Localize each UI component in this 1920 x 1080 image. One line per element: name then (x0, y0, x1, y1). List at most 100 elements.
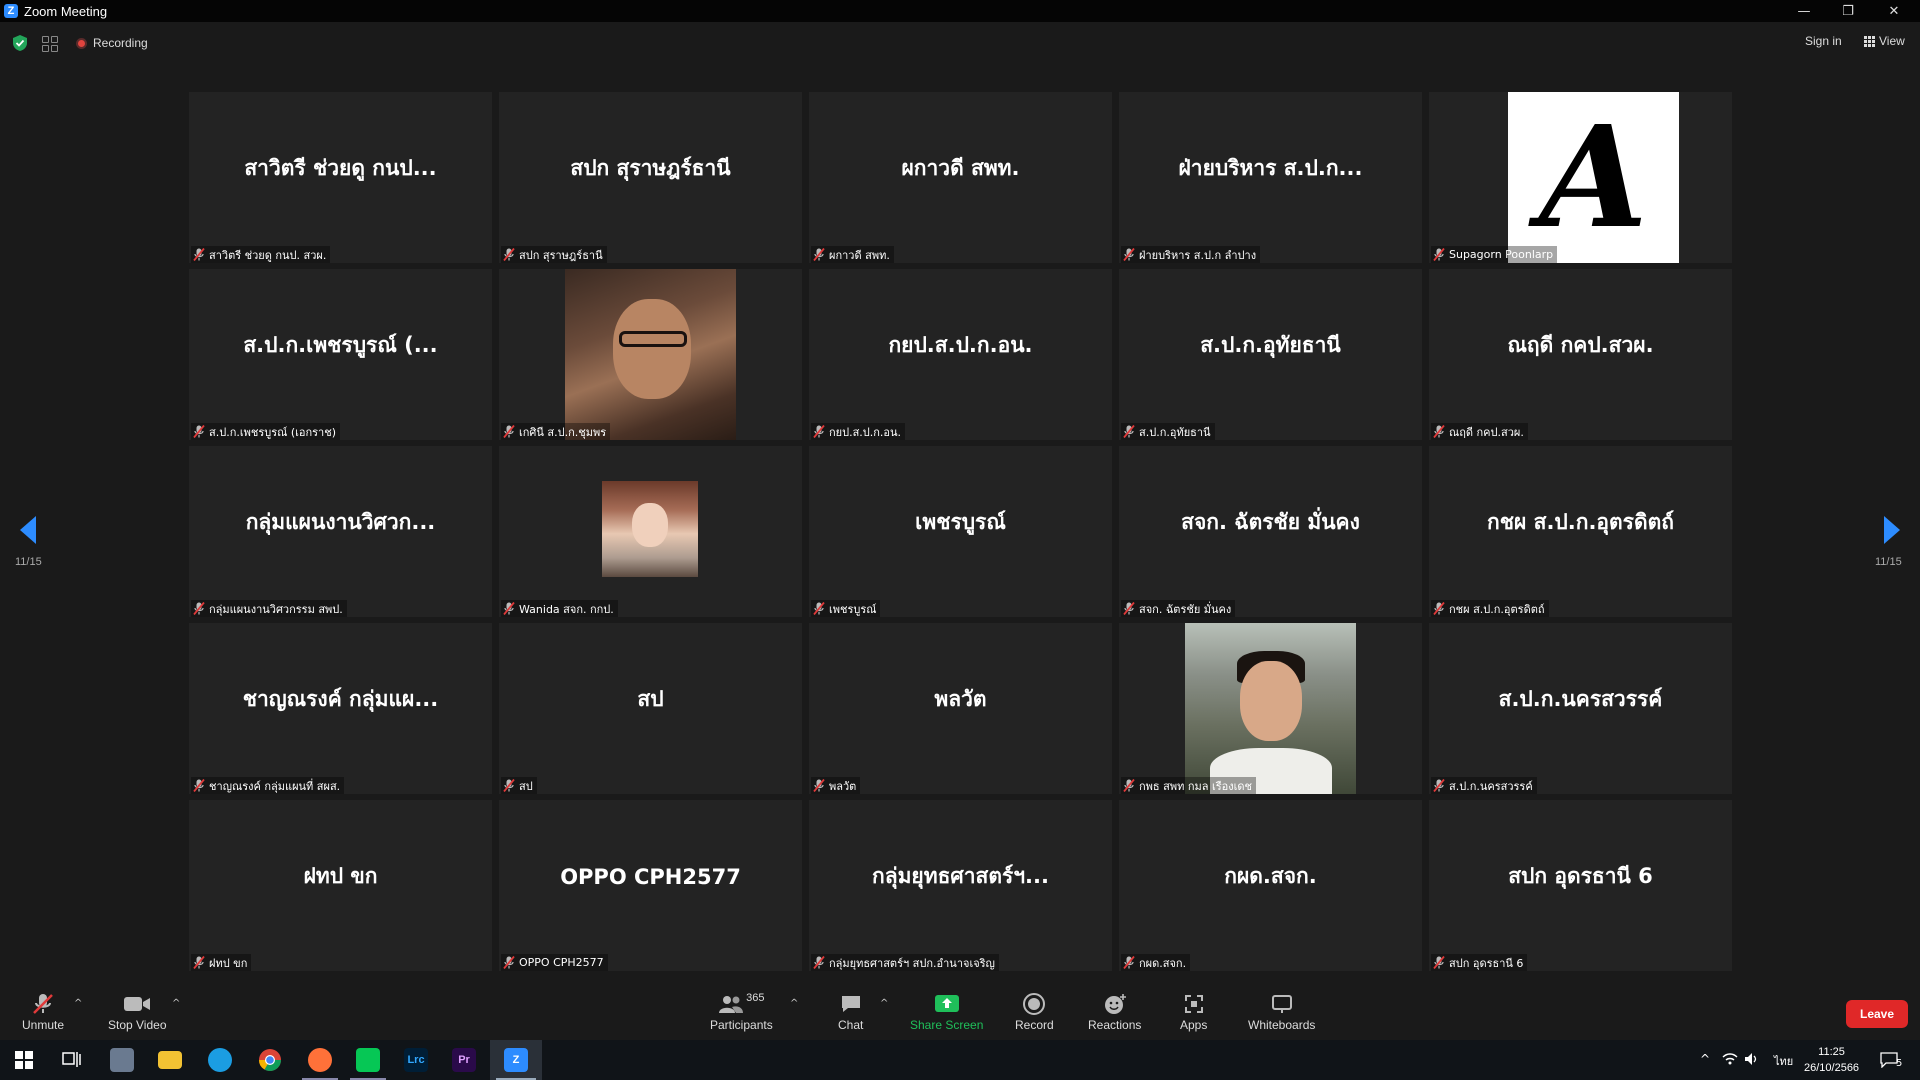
show-hidden-icons-caret-icon[interactable]: ^ (1700, 1052, 1710, 1066)
muted-mic-icon (1433, 779, 1445, 792)
zoom-logo-icon: Z (4, 4, 18, 18)
muted-mic-icon (1123, 956, 1135, 969)
participant-tile[interactable]: กลุ่มยุทธศาสตร์ฯ... กลุ่มยุทธศาสตร์ฯ สปก.… (809, 800, 1112, 971)
reactions-button[interactable]: Reactions (1088, 992, 1141, 1032)
recording-indicator[interactable]: Recording (76, 36, 148, 50)
view-grid-icon (1864, 35, 1875, 47)
notification-count: 5 (1896, 1058, 1903, 1069)
participant-tile[interactable]: OPPO CPH2577 OPPO CPH2577 (499, 800, 802, 971)
participant-tile[interactable]: พลวัต พลวัต (809, 623, 1112, 794)
participant-tile[interactable]: กชผ ส.ป.ก.อุตรดิตถ์ กชผ ส.ป.ก.อุตรดิตถ์ (1429, 446, 1732, 617)
apps-button[interactable]: Apps (1180, 992, 1207, 1032)
participant-name-label: ส.ป.ก.นครสวรรค์ (1431, 777, 1537, 794)
windows-start-icon[interactable] (0, 1040, 48, 1080)
muted-mic-icon (1433, 956, 1445, 969)
participant-name-label: เพชรบูรณ์ (811, 600, 881, 617)
premiere-app-icon[interactable]: Pr (440, 1040, 488, 1080)
participants-label: Participants (710, 1018, 773, 1032)
volume-speaker-icon[interactable] (1744, 1052, 1760, 1069)
edge-browser-icon[interactable] (196, 1040, 244, 1080)
participant-name-text: ส.ป.ก.เพชรบูรณ์ (เอกราช) (209, 425, 336, 439)
restore-button[interactable]: ❐ (1826, 0, 1870, 22)
participant-tile[interactable]: สจก. ฉัตรชัย มั่นคง สจก. ฉัตรชัย มั่นคง (1119, 446, 1422, 617)
participant-tile[interactable]: กยป.ส.ป.ก.อน. กยป.ส.ป.ก.อน. (809, 269, 1112, 440)
participant-tile[interactable]: ส.ป.ก.เพชรบูรณ์ (... ส.ป.ก.เพชรบูรณ์ (เอก… (189, 269, 492, 440)
firefox-browser-icon[interactable] (296, 1040, 344, 1080)
participant-name-label: ผกาวดี สพท. (811, 246, 894, 263)
previous-page-arrow-icon[interactable] (20, 516, 36, 544)
participant-name-label: ฝ่ายบริหาร ส.ป.ก ลำปาง (1121, 246, 1261, 263)
task-view-icon[interactable] (48, 1040, 96, 1080)
meeting-info-icon[interactable] (42, 36, 58, 52)
close-button[interactable]: ✕ (1872, 0, 1916, 22)
view-button[interactable]: View (1864, 34, 1905, 48)
participant-tile[interactable]: สปก สุราษฎร์ธานี สปก สุราษฎร์ธานี (499, 92, 802, 263)
minimize-button[interactable]: — (1782, 0, 1826, 22)
participant-tile[interactable]: ฝ่ายบริหาร ส.ป.ก... ฝ่ายบริหาร ส.ป.ก ลำปา… (1119, 92, 1422, 263)
zoom-app-icon[interactable]: Z (490, 1040, 542, 1080)
participant-tile[interactable]: ผกาวดี สพท. ผกาวดี สพท. (809, 92, 1112, 263)
unmute-button[interactable]: Unmute (22, 992, 64, 1032)
share-screen-label: Share Screen (910, 1018, 984, 1032)
encryption-shield-icon[interactable] (12, 34, 28, 52)
language-indicator[interactable]: ไทย (1774, 1052, 1793, 1070)
participant-tile[interactable]: ส.ป.ก.นครสวรรค์ ส.ป.ก.นครสวรรค์ (1429, 623, 1732, 794)
file-explorer-icon[interactable] (146, 1040, 194, 1080)
chat-button[interactable]: Chat (838, 992, 863, 1032)
audio-options-caret-icon[interactable]: ^ (74, 998, 82, 1009)
record-button[interactable]: Record (1015, 992, 1054, 1032)
muted-mic-icon (503, 956, 515, 969)
participant-tile[interactable]: เกศินี ส.ป.ก.ชุมพร (499, 269, 802, 440)
participant-tile[interactable]: สป สป (499, 623, 802, 794)
system-clock[interactable]: 11:25 26/10/2566 (1804, 1044, 1859, 1076)
participants-icon: 365 (718, 992, 765, 1016)
participant-name-label: ชาญณรงค์ กลุ่มแผนที่ สผส. (191, 777, 345, 794)
participant-name-label: สาวิตรี ช่วยดู กนป. สวผ. (191, 246, 331, 263)
participant-name-text: สป (519, 779, 533, 793)
participant-tile[interactable]: เพชรบูรณ์ เพชรบูรณ์ (809, 446, 1112, 617)
clock-date: 26/10/2566 (1804, 1062, 1860, 1074)
participant-tile[interactable]: Wanida สจก. กกป. (499, 446, 802, 617)
participant-tile[interactable]: สปก อุดรธานี 6 สปก อุดรธานี 6 (1429, 800, 1732, 971)
participant-tile[interactable]: ฝทป ขก ฝทป ขก (189, 800, 492, 971)
lightroom-app-icon[interactable]: Lrc (392, 1040, 440, 1080)
record-label: Record (1015, 1018, 1054, 1032)
explorer-app-icon[interactable] (98, 1040, 146, 1080)
muted-mic-icon (503, 779, 515, 792)
network-wifi-icon[interactable] (1722, 1052, 1738, 1069)
participant-name-label: OPPO CPH2577 (501, 954, 608, 971)
participant-display-name: ส.ป.ก.เพชรบูรณ์ (... (243, 333, 438, 357)
leave-button[interactable]: Leave (1846, 1000, 1908, 1028)
participant-tile[interactable]: ส.ป.ก.อุทัยธานี ส.ป.ก.อุทัยธานี (1119, 269, 1422, 440)
participant-display-name: สปก อุดรธานี 6 (1508, 864, 1653, 888)
participant-tile[interactable]: ชาญณรงค์ กลุ่มแผ... ชาญณรงค์ กลุ่มแผนที่ … (189, 623, 492, 794)
next-page-arrow-icon[interactable] (1884, 516, 1900, 544)
chrome-browser-icon[interactable] (246, 1040, 294, 1080)
stop-video-button[interactable]: Stop Video (108, 992, 167, 1032)
meeting-topbar: Recording Sign in View (0, 22, 1920, 64)
video-options-caret-icon[interactable]: ^ (172, 998, 180, 1009)
whiteboards-button[interactable]: Whiteboards (1248, 992, 1315, 1032)
gallery-grid: สาวิตรี ช่วยดู กนป... สาวิตรี ช่วยดู กนป.… (189, 92, 1732, 971)
participants-button[interactable]: 365 Participants (710, 992, 773, 1032)
participant-photo (1185, 623, 1356, 794)
participant-name-label: กพธ สพท กมล เรืองเดช (1121, 777, 1256, 794)
share-screen-button[interactable]: Share Screen (910, 992, 983, 1032)
participant-tile[interactable]: สาวิตรี ช่วยดู กนป... สาวิตรี ช่วยดู กนป.… (189, 92, 492, 263)
participant-name-label: กลุ่มยุทธศาสตร์ฯ สปก.อำนาจเจริญ (811, 954, 999, 971)
participant-tile[interactable]: กผด.สจก. กผด.สจก. (1119, 800, 1422, 971)
muted-mic-icon (1433, 248, 1445, 261)
sign-in-link[interactable]: Sign in (1805, 34, 1842, 48)
participant-name-label: Supagorn Poonlarp (1431, 246, 1558, 263)
participant-name-label: กยป.ส.ป.ก.อน. (811, 423, 906, 440)
participants-caret-icon[interactable]: ^ (790, 998, 798, 1009)
participant-tile[interactable]: ณฤดี กคป.สวผ. ณฤดี กคป.สวผ. (1429, 269, 1732, 440)
participants-count: 365 (746, 992, 765, 1004)
participant-tile[interactable]: กพธ สพท กมล เรืองเดช (1119, 623, 1422, 794)
video-camera-icon (123, 992, 151, 1016)
chat-caret-icon[interactable]: ^ (880, 998, 888, 1009)
participant-tile[interactable]: กลุ่มแผนงานวิศวก... กลุ่มแผนงานวิศวกรรม ส… (189, 446, 492, 617)
line-app-icon[interactable] (344, 1040, 392, 1080)
view-label: View (1879, 34, 1905, 48)
participant-tile[interactable]: A Supagorn Poonlarp (1429, 92, 1732, 263)
